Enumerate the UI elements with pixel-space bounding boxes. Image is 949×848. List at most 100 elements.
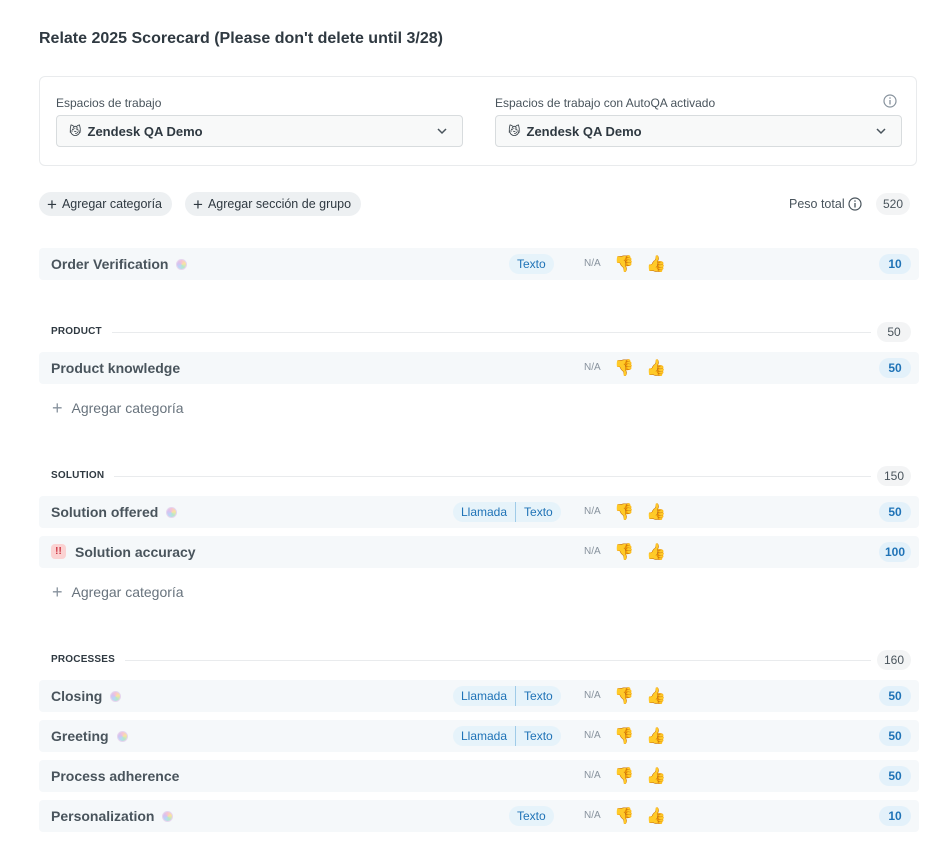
plus-icon: + (52, 398, 63, 418)
workspace-value: Zendesk QA Demo (87, 123, 203, 139)
thumbs-down-icon[interactable]: 👎 (614, 726, 634, 746)
category-row[interactable]: Closing Llamada Texto N/A 👎 👍 50 (39, 680, 919, 712)
thumbs-up-icon[interactable]: 👍 (646, 502, 666, 522)
group-section-solution: SOLUTION 150 (51, 466, 911, 486)
channel-tags: Texto (509, 806, 554, 826)
section-label: PROCESSES (51, 654, 126, 665)
autoqa-orb-icon (166, 506, 178, 518)
tag-call: Llamada (461, 505, 508, 519)
category-name: Solution accuracy (75, 544, 196, 560)
tag-call: Llamada (461, 729, 508, 743)
category-weight: 10 (879, 254, 911, 274)
thumbs-up-icon[interactable]: 👍 (646, 806, 666, 826)
category-weight: 50 (879, 766, 911, 786)
category-name: Process adherence (51, 768, 180, 784)
thumbs-up-icon[interactable]: 👍 (646, 254, 666, 274)
category-weight: 50 (879, 502, 911, 522)
tag-text: Texto (515, 726, 561, 746)
thumbs-up-icon[interactable]: 👍 (646, 358, 666, 378)
tag-call: Llamada (461, 689, 508, 703)
na-option[interactable]: N/A (584, 690, 601, 701)
thumbs-down-icon[interactable]: 👎 (614, 542, 634, 562)
tag-text: Texto (515, 502, 561, 522)
section-label: PRODUCT (51, 326, 112, 337)
na-option[interactable]: N/A (584, 506, 601, 517)
category-row[interactable]: Solution offered Llamada Texto N/A 👎 👍 5… (39, 496, 919, 528)
thumbs-up-icon[interactable]: 👍 (646, 766, 666, 786)
category-row[interactable]: !! Solution accuracy N/A 👎 👍 100 (39, 536, 919, 568)
autoqa-orb-icon (116, 730, 128, 742)
na-option[interactable]: N/A (584, 730, 601, 741)
category-row[interactable]: Personalization Texto N/A 👎 👍 10 (39, 800, 919, 832)
category-name: Greeting (51, 728, 128, 744)
category-weight: 50 (879, 358, 911, 378)
thumbs-up-icon[interactable]: 👍 (646, 542, 666, 562)
group-section-product: PRODUCT 50 (51, 322, 911, 342)
group-section-processes: PROCESSES 160 (51, 650, 911, 670)
thumbs-up-icon[interactable]: 👍 (646, 686, 666, 706)
section-label: SOLUTION (51, 470, 115, 481)
thumbs-down-icon[interactable]: 👎 (614, 358, 634, 378)
na-option[interactable]: N/A (584, 258, 601, 269)
add-category-link[interactable]: + Agregar categoría (52, 583, 184, 601)
add-group-section-button[interactable]: + Agregar sección de grupo (185, 192, 362, 216)
workspace-label: Espacios de trabajo (56, 96, 162, 110)
plus-icon: + (52, 582, 63, 602)
na-option[interactable]: N/A (584, 810, 601, 821)
thumbs-up-icon[interactable]: 👍 (646, 726, 666, 746)
chevron-down-icon (876, 128, 886, 135)
autoqa-orb-icon (162, 810, 174, 822)
workspace-emoji-icon: 😼 (69, 124, 82, 138)
category-weight: 50 (879, 726, 911, 746)
category-weight: 50 (879, 686, 911, 706)
workspace-card: Espacios de trabajo 😼 Zendesk QA Demo Es… (39, 76, 917, 166)
channel-tags: Llamada Texto (453, 502, 561, 522)
thumbs-down-icon[interactable]: 👎 (614, 766, 634, 786)
tag-text: Texto (515, 686, 561, 706)
section-total: 150 (877, 466, 911, 486)
category-row[interactable]: Process adherence N/A 👎 👍 50 (39, 760, 919, 792)
workspace-emoji-icon: 😼 (508, 124, 521, 138)
plus-icon: + (47, 194, 57, 214)
section-total: 160 (877, 650, 911, 670)
chevron-down-icon (437, 128, 447, 135)
category-weight: 10 (879, 806, 911, 826)
na-option[interactable]: N/A (584, 546, 601, 557)
na-option[interactable]: N/A (584, 362, 601, 373)
na-option[interactable]: N/A (584, 770, 601, 781)
total-weight-value: 520 (876, 193, 910, 215)
category-name: Closing (51, 688, 122, 704)
info-icon[interactable] (848, 197, 862, 211)
category-name: Order Verification (51, 256, 188, 272)
channel-tags: Texto (509, 254, 554, 274)
section-total: 50 (877, 322, 911, 342)
total-weight-label: Peso total (789, 197, 845, 211)
autoqa-orb-icon (110, 690, 122, 702)
category-name: Solution offered (51, 504, 178, 520)
category-weight: 100 (879, 542, 911, 562)
autoqa-orb-icon (176, 258, 188, 270)
category-row[interactable]: Product knowledge N/A 👎 👍 50 (39, 352, 919, 384)
add-category-link[interactable]: + Agregar categoría (52, 399, 184, 417)
thumbs-down-icon[interactable]: 👎 (614, 686, 634, 706)
autoqa-workspace-select[interactable]: 😼 Zendesk QA Demo (495, 115, 902, 147)
tag-text: Texto (517, 257, 546, 271)
add-category-button[interactable]: + Agregar categoría (39, 192, 172, 216)
critical-alert-icon: !! (51, 544, 66, 559)
thumbs-down-icon[interactable]: 👎 (614, 502, 634, 522)
category-row[interactable]: Greeting Llamada Texto N/A 👎 👍 50 (39, 720, 919, 752)
autoqa-workspace-label: Espacios de trabajo con AutoQA activado (495, 96, 716, 110)
workspace-select[interactable]: 😼 Zendesk QA Demo (56, 115, 463, 147)
category-name: Product knowledge (51, 360, 181, 376)
add-category-label: Agregar categoría (61, 197, 162, 211)
thumbs-down-icon[interactable]: 👎 (614, 254, 634, 274)
channel-tags: Llamada Texto (453, 686, 561, 706)
info-icon[interactable] (883, 94, 897, 108)
add-group-section-label: Agregar sección de grupo (207, 197, 352, 211)
page-title: Relate 2025 Scorecard (Please don't dele… (39, 30, 443, 47)
category-row[interactable]: Order Verification Texto N/A 👎 👍 10 (39, 248, 919, 280)
tag-text: Texto (517, 809, 546, 823)
category-name: Personalization (51, 808, 174, 824)
plus-icon: + (193, 194, 203, 214)
thumbs-down-icon[interactable]: 👎 (614, 806, 634, 826)
